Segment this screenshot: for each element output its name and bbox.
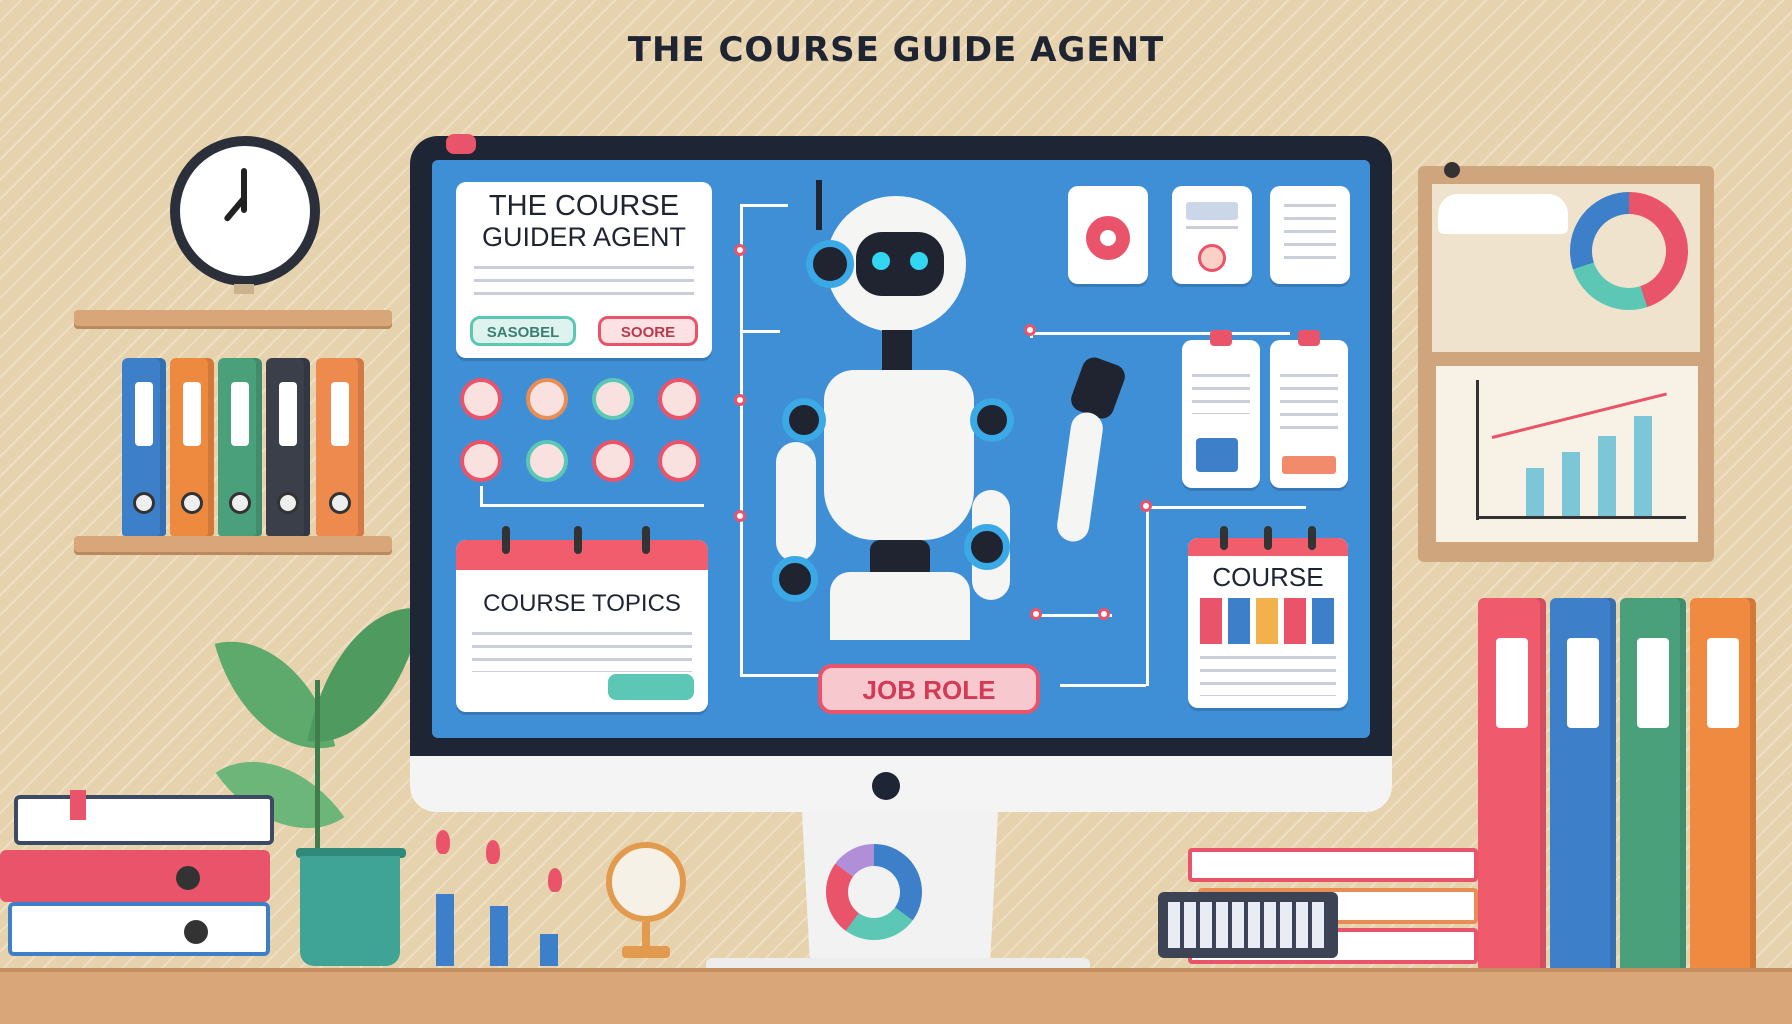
document-icon[interactable] <box>1270 186 1350 284</box>
book-stack-left <box>0 790 280 970</box>
course-topics-title: COURSE TOPICS <box>483 590 681 617</box>
clock-icon <box>170 136 320 286</box>
page-title: THE COURSE GUIDE AGENT <box>627 30 1165 70</box>
gear-card[interactable] <box>1068 186 1148 284</box>
bar-chart-icon <box>1436 366 1698 542</box>
topics-action-button[interactable] <box>608 674 694 700</box>
binder-orange <box>170 358 214 536</box>
agent-title-card: THE COURSE GUIDER AGENT SASOBEL SOORE <box>456 182 712 358</box>
globe-icon <box>604 842 694 972</box>
binder-dark <box>266 358 310 536</box>
robot-icon <box>760 180 1014 640</box>
agent-title-line2: GUIDER AGENT <box>481 222 687 252</box>
desk <box>0 968 1792 1024</box>
clipboard-left <box>1182 330 1260 488</box>
illustration-scene: THE COURSE GUIDE AGENT THE COURSE GUIDER… <box>0 0 1792 1024</box>
donut-chart-icon <box>1570 192 1688 310</box>
binder-green <box>218 358 262 536</box>
binder-orange-2 <box>316 358 364 536</box>
monitor-chin <box>410 756 1392 812</box>
clipboard-right <box>1270 330 1348 488</box>
binder-blue <box>122 358 166 536</box>
binder-blue-right <box>1550 598 1616 970</box>
course-card-title: COURSE <box>1212 562 1324 592</box>
job-role-button[interactable]: JOB ROLE <box>818 664 1040 714</box>
wall-pinboard <box>1418 162 1714 562</box>
binder-green-right <box>1620 598 1686 970</box>
settings-card[interactable] <box>1172 186 1252 284</box>
wall-shelf-top <box>74 310 392 326</box>
binder-red <box>1478 598 1546 970</box>
agent-title-line1: THE COURSE <box>488 190 680 222</box>
binder-orange-right <box>1690 598 1756 970</box>
wall-shelf-bottom <box>74 536 392 552</box>
donut-chart-icon <box>826 844 922 940</box>
keyboard[interactable] <box>1158 892 1338 958</box>
course-topics-card: COURSE TOPICS <box>456 526 708 712</box>
icon-node-grid <box>456 374 716 514</box>
sasobel-button[interactable]: SASOBEL <box>470 316 576 346</box>
candles <box>430 830 570 970</box>
course-card: COURSE <box>1188 526 1348 708</box>
soore-button[interactable]: SOORE <box>598 316 698 346</box>
